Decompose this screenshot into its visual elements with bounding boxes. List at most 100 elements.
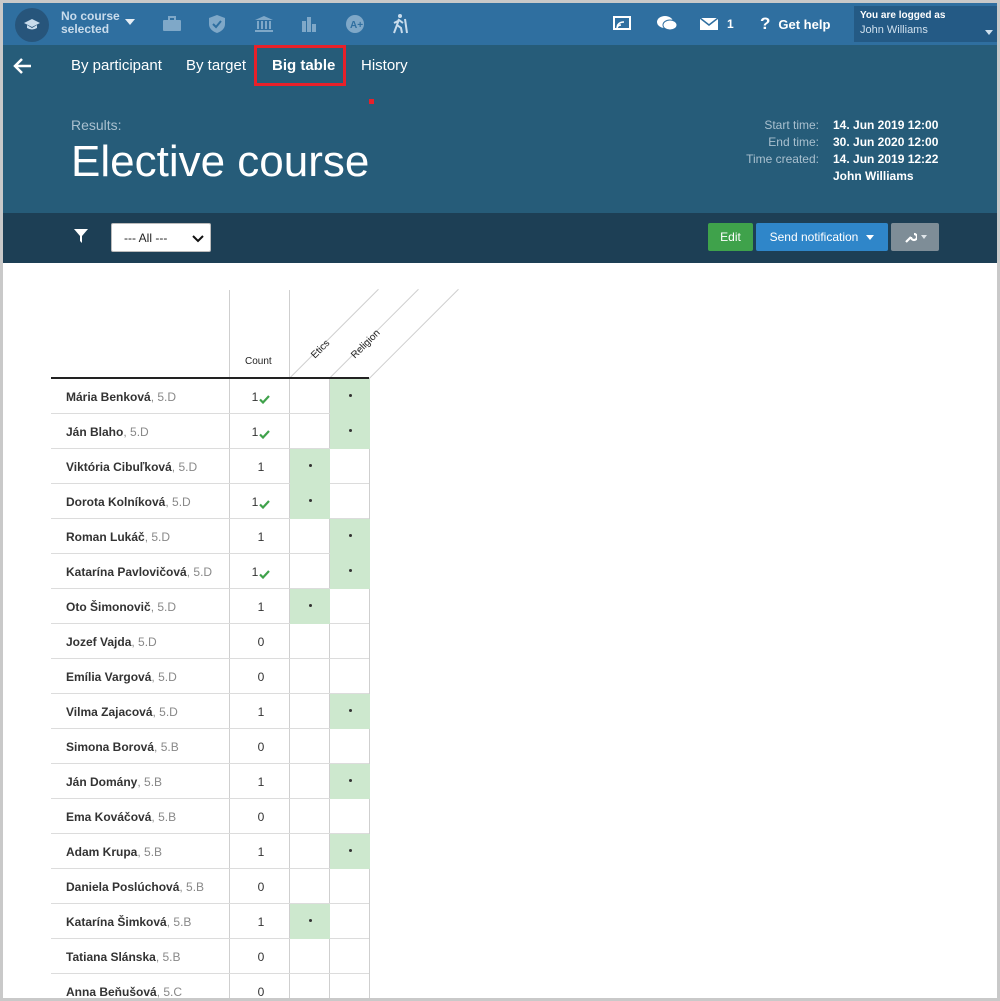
send-notification-label: Send notification <box>769 230 859 244</box>
selected-dot-icon <box>349 849 352 852</box>
chevron-down-icon[interactable] <box>985 30 993 35</box>
choice-cell-religion[interactable] <box>330 519 370 554</box>
participant-name[interactable]: Ema Kováčová, 5.B <box>66 810 176 824</box>
choice-cell-etics[interactable] <box>290 519 330 554</box>
choice-cell-etics[interactable] <box>290 974 330 998</box>
participant-name[interactable]: Emília Vargová, 5.D <box>66 670 177 684</box>
selected-dot-icon <box>349 779 352 782</box>
count-value: 1 <box>257 460 265 474</box>
count-value: 1 <box>257 845 265 859</box>
participant-name-text: Daniela Poslúchová <box>66 880 180 894</box>
cast-icon[interactable] <box>609 11 635 37</box>
participant-class: 5.D <box>178 460 198 474</box>
choice-cell-religion[interactable] <box>330 764 370 799</box>
help-button[interactable]: ? Get help <box>760 11 830 37</box>
group-select[interactable]: --- All --- <box>111 223 211 252</box>
choice-cell-etics[interactable] <box>290 764 330 799</box>
participant-name-text: Anna Beňušová <box>66 985 157 999</box>
separator: , <box>137 845 145 859</box>
graduation-cap-icon[interactable] <box>15 8 49 42</box>
tools-button[interactable] <box>891 223 939 251</box>
choice-cell-religion[interactable] <box>330 624 370 659</box>
chat-icon[interactable] <box>654 11 680 37</box>
choice-cell-etics[interactable] <box>290 834 330 869</box>
tab-by-participant[interactable]: By participant <box>71 57 162 74</box>
messages-button[interactable]: 1 <box>699 11 734 37</box>
participant-name-text: Katarína Pavlovičová <box>66 565 187 579</box>
choice-cell-religion[interactable] <box>330 904 370 939</box>
choice-cell-religion[interactable] <box>330 869 370 904</box>
participant-class: 5.B <box>162 950 181 964</box>
tab-history[interactable]: History <box>361 57 408 74</box>
participant-name[interactable]: Roman Lukáč, 5.D <box>66 530 170 544</box>
choice-cell-etics[interactable] <box>290 554 330 589</box>
participant-name[interactable]: Ján Domány, 5.B <box>66 775 162 789</box>
bar-chart-icon[interactable] <box>296 11 322 37</box>
choice-cell-religion[interactable] <box>330 449 370 484</box>
participant-name[interactable]: Mária Benková, 5.D <box>66 390 176 404</box>
participant-name[interactable]: Katarína Šimková, 5.B <box>66 915 191 929</box>
table-row: Anna Beňušová, 5.C 0 <box>51 974 370 999</box>
participant-name[interactable]: Oto Šimonovič, 5.D <box>66 600 176 614</box>
choice-cell-etics[interactable] <box>290 729 330 764</box>
count-cell: 1 <box>231 565 291 579</box>
choice-cell-etics[interactable] <box>290 799 330 834</box>
back-arrow-icon[interactable] <box>11 55 35 79</box>
choice-cell-religion[interactable] <box>330 379 370 414</box>
choice-cell-religion[interactable] <box>330 554 370 589</box>
shield-check-icon[interactable] <box>204 11 230 37</box>
created-value: 14. Jun 2019 12:22 <box>833 152 939 166</box>
choice-cell-religion[interactable] <box>330 799 370 834</box>
app-window: No course selected A+ 1 ? Get help You a… <box>0 0 1000 1001</box>
participant-name[interactable]: Viktória Cibuľková, 5.D <box>66 460 197 474</box>
choice-cell-religion[interactable] <box>330 659 370 694</box>
hiking-icon[interactable] <box>387 11 413 37</box>
participant-name[interactable]: Ján Blaho, 5.D <box>66 425 149 439</box>
participant-name[interactable]: Jozef Vajda, 5.D <box>66 635 157 649</box>
briefcase-icon[interactable] <box>159 11 185 37</box>
choice-cell-etics[interactable] <box>290 904 330 939</box>
count-cell: 0 <box>231 635 291 649</box>
choice-cell-etics[interactable] <box>290 624 330 659</box>
table-row: Adam Krupa, 5.B 1 <box>51 834 370 869</box>
choice-cell-etics[interactable] <box>290 449 330 484</box>
filter-icon[interactable] <box>73 228 91 246</box>
choice-cell-etics[interactable] <box>290 694 330 729</box>
choice-cell-etics[interactable] <box>290 414 330 449</box>
course-selector[interactable]: No course selected <box>61 10 123 36</box>
participant-name[interactable]: Adam Krupa, 5.B <box>66 845 162 859</box>
participant-name-text: Viktória Cibuľková <box>66 460 172 474</box>
choice-cell-etics[interactable] <box>290 939 330 974</box>
chevron-down-icon[interactable] <box>125 19 135 25</box>
edit-button[interactable]: Edit <box>708 223 753 251</box>
send-notification-button[interactable]: Send notification <box>756 223 888 251</box>
a-plus-icon[interactable]: A+ <box>342 11 368 37</box>
choice-cell-religion[interactable] <box>330 589 370 624</box>
choice-cell-etics[interactable] <box>290 484 330 519</box>
participant-name[interactable]: Simona Borová, 5.B <box>66 740 179 754</box>
choice-cell-religion[interactable] <box>330 834 370 869</box>
participant-name[interactable]: Katarína Pavlovičová, 5.D <box>66 565 212 579</box>
choice-cell-etics[interactable] <box>290 379 330 414</box>
participant-name[interactable]: Tatiana Slánska, 5.B <box>66 950 181 964</box>
user-menu[interactable]: You are logged as John Williams <box>854 6 997 42</box>
choice-cell-religion[interactable] <box>330 939 370 974</box>
participant-name[interactable]: Vilma Zajacová, 5.D <box>66 705 178 719</box>
choice-cell-religion[interactable] <box>330 484 370 519</box>
choice-cell-etics[interactable] <box>290 869 330 904</box>
participant-name[interactable]: Anna Beňušová, 5.C <box>66 985 182 999</box>
tab-by-target[interactable]: By target <box>186 57 246 74</box>
choice-cell-religion[interactable] <box>330 694 370 729</box>
selected-dot-icon <box>349 534 352 537</box>
choice-cell-religion[interactable] <box>330 974 370 998</box>
choice-cell-religion[interactable] <box>330 729 370 764</box>
mail-count: 1 <box>727 17 734 31</box>
institution-icon[interactable] <box>251 11 277 37</box>
participant-name[interactable]: Dorota Kolníková, 5.D <box>66 495 191 509</box>
choice-cell-etics[interactable] <box>290 659 330 694</box>
participant-name[interactable]: Daniela Poslúchová, 5.B <box>66 880 204 894</box>
question-icon: ? <box>760 14 771 33</box>
choice-cell-etics[interactable] <box>290 589 330 624</box>
count-cell: 0 <box>231 810 291 824</box>
choice-cell-religion[interactable] <box>330 414 370 449</box>
